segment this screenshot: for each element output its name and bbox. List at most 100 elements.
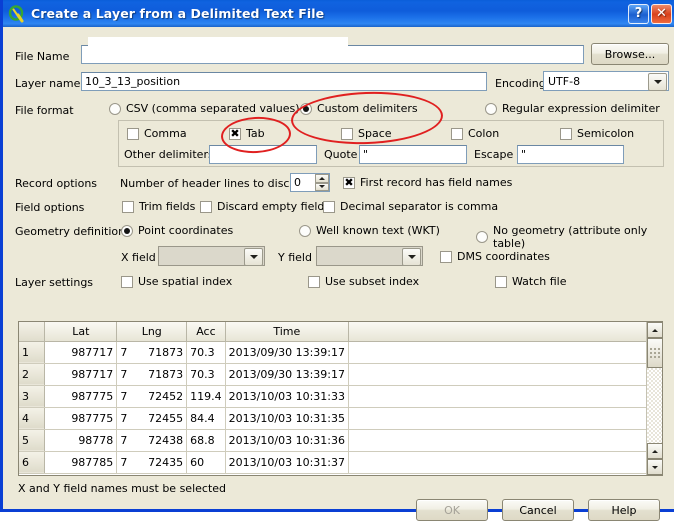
cell-acc[interactable]: 84.4 (186, 407, 226, 430)
scrollbar-track[interactable] (647, 368, 662, 443)
radio-csv-icon[interactable] (109, 102, 121, 115)
checkbox-trim-fields-icon[interactable] (122, 200, 134, 213)
column-header-acc[interactable]: Acc (186, 322, 226, 342)
radio-point-coordinates-icon[interactable] (121, 224, 133, 237)
checkbox-spatial-index-icon[interactable] (121, 275, 133, 288)
table-row[interactable]: 5 98778 7 72438 68.8 2013/10/03 10:31:36 (19, 429, 662, 452)
delimiter-semicolon[interactable]: Semicolon (560, 127, 634, 140)
radio-no-geometry-icon[interactable] (476, 231, 488, 243)
checkbox-semicolon-icon[interactable] (560, 127, 572, 140)
cell-lat[interactable]: 987717 (44, 341, 118, 364)
column-header-lat[interactable]: Lat (44, 322, 118, 342)
cell-lat[interactable]: 987775 (44, 407, 118, 430)
first-record-has-field-names[interactable]: First record has field names (343, 176, 512, 189)
field-option-trim-fields[interactable]: Trim fields (122, 200, 195, 213)
cell-lng[interactable]: 7 71873 (116, 341, 188, 364)
table-corner-header[interactable] (19, 322, 46, 342)
table-row[interactable]: 4 987775 7 72455 84.4 2013/10/03 10:31:35 (19, 407, 662, 430)
browse-button[interactable]: Browse... (591, 43, 669, 65)
ok-button[interactable]: OK (416, 499, 488, 521)
geometry-option-wkt[interactable]: Well known text (WKT) (299, 224, 440, 237)
cell-acc[interactable]: 119.4 (186, 385, 226, 408)
cell-lat[interactable]: 987785 (44, 451, 118, 474)
preview-table[interactable]: Lat Lng Acc Time 1 987717 7 71873 70.3 2013/0… (18, 321, 663, 476)
table-row[interactable]: 2 987717 7 71873 70.3 2013/09/30 13:39:17 (19, 363, 662, 386)
table-vertical-scrollbar[interactable] (646, 322, 662, 475)
help-button[interactable]: Help (588, 499, 660, 521)
chevron-down-icon[interactable] (402, 248, 421, 266)
checkbox-decimal-comma-icon[interactable] (323, 200, 335, 213)
escape-input[interactable]: " (517, 145, 624, 164)
delimiter-colon[interactable]: Colon (451, 127, 499, 140)
row-header[interactable]: 2 (19, 363, 46, 386)
cell-acc[interactable]: 70.3 (186, 363, 226, 386)
checkbox-dms-icon[interactable] (440, 250, 452, 263)
delimiter-tab[interactable]: Tab (229, 127, 265, 140)
row-header[interactable]: 3 (19, 385, 46, 408)
cell-time[interactable]: 2013/10/03 10:31:35 (225, 407, 349, 430)
cell-lng[interactable]: 7 72435 (116, 451, 188, 474)
cell-time[interactable]: 2013/09/30 13:39:17 (225, 363, 349, 386)
layer-name-input[interactable]: 10_3_13_position (81, 72, 487, 91)
geometry-option-no-geometry[interactable]: No geometry (attribute only table) (476, 224, 674, 250)
cancel-button[interactable]: Cancel (502, 499, 574, 521)
column-header-time[interactable]: Time (225, 322, 349, 342)
cell-lat[interactable]: 987717 (44, 363, 118, 386)
cell-acc[interactable]: 70.3 (186, 341, 226, 364)
cell-lat[interactable]: 98778 (44, 429, 118, 452)
radio-custom-delimiters-icon[interactable] (300, 102, 312, 115)
scroll-down-icon[interactable] (647, 459, 662, 475)
cell-time[interactable]: 2013/10/03 10:31:33 (225, 385, 349, 408)
row-header[interactable]: 1 (19, 341, 46, 364)
help-icon[interactable]: ? (628, 3, 649, 24)
checkbox-colon-icon[interactable] (451, 127, 463, 140)
stepper-down-icon[interactable] (315, 182, 329, 191)
chevron-down-icon[interactable] (648, 73, 667, 91)
row-header[interactable]: 4 (19, 407, 46, 430)
checkbox-comma-icon[interactable] (127, 127, 139, 140)
cell-time[interactable]: 2013/09/30 13:39:17 (225, 341, 349, 364)
radio-wkt-icon[interactable] (299, 224, 311, 237)
x-field-select[interactable] (158, 246, 265, 266)
delimiter-comma[interactable]: Comma (127, 127, 187, 140)
cell-lng[interactable]: 7 72452 (116, 385, 188, 408)
field-option-decimal-comma[interactable]: Decimal separator is comma (323, 200, 498, 213)
table-row[interactable]: 6 987785 7 72435 60 2013/10/03 10:31:37 (19, 451, 662, 474)
encoding-select[interactable]: UTF-8 (543, 71, 669, 91)
checkbox-first-record-icon[interactable] (343, 176, 355, 189)
scroll-up-icon-bottom[interactable] (647, 443, 662, 459)
cell-time[interactable]: 2013/10/03 10:31:37 (225, 451, 349, 474)
scrollbar-thumb[interactable] (647, 338, 662, 368)
y-field-select[interactable] (316, 246, 423, 266)
field-option-discard-empty[interactable]: Discard empty fields (200, 200, 330, 213)
layer-setting-spatial-index[interactable]: Use spatial index (121, 275, 232, 288)
format-option-custom-delimiters[interactable]: Custom delimiters (300, 102, 418, 115)
scroll-up-icon[interactable] (647, 322, 662, 338)
geometry-option-point-coordinates[interactable]: Point coordinates (121, 224, 233, 237)
column-header-lng[interactable]: Lng (116, 322, 188, 342)
cell-lng[interactable]: 7 71873 (116, 363, 188, 386)
checkbox-space-icon[interactable] (341, 127, 353, 140)
checkbox-discard-empty-icon[interactable] (200, 200, 212, 213)
layer-setting-subset-index[interactable]: Use subset index (308, 275, 419, 288)
cell-lng[interactable]: 7 72438 (116, 429, 188, 452)
other-delimiters-input[interactable] (209, 145, 317, 164)
checkbox-tab-icon[interactable] (229, 127, 241, 140)
stepper-buttons[interactable] (315, 174, 329, 191)
cell-lng[interactable]: 7 72455 (116, 407, 188, 430)
checkbox-subset-index-icon[interactable] (308, 275, 320, 288)
header-lines-stepper[interactable]: 0 (290, 173, 330, 192)
row-header[interactable]: 6 (19, 451, 46, 474)
cell-acc[interactable]: 68.8 (186, 429, 226, 452)
chevron-down-icon[interactable] (244, 248, 263, 266)
cell-lat[interactable]: 987775 (44, 385, 118, 408)
radio-regex-icon[interactable] (485, 102, 497, 115)
close-icon[interactable]: ✕ (651, 3, 672, 24)
row-header[interactable]: 5 (19, 429, 46, 452)
quote-input[interactable]: " (359, 145, 467, 164)
table-row[interactable]: 3 987775 7 72452 119.4 2013/10/03 10:31:33 (19, 385, 662, 408)
cell-acc[interactable]: 60 (186, 451, 226, 474)
cell-time[interactable]: 2013/10/03 10:31:36 (225, 429, 349, 452)
delimiter-space[interactable]: Space (341, 127, 392, 140)
format-option-csv[interactable]: CSV (comma separated values) (109, 102, 300, 115)
